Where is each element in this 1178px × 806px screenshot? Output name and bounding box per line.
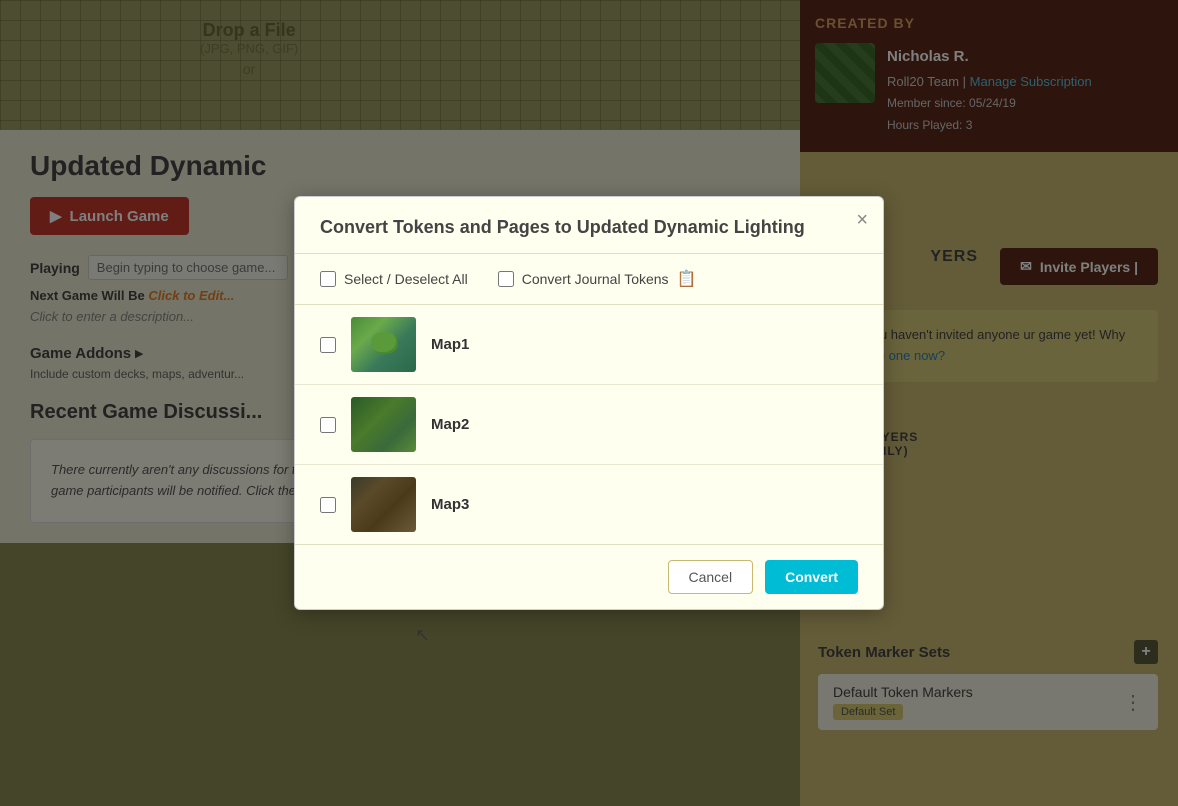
convert-journal-text: Convert Journal Tokens [522,271,669,287]
map3-checkbox[interactable] [320,497,336,513]
map3-thumbnail [351,477,416,532]
map1-thumbnail [351,317,416,372]
map3-name: Map3 [431,496,469,513]
map2-name: Map2 [431,416,469,433]
journal-icon: 📋 [677,269,697,289]
convert-journal-checkbox[interactable] [498,271,514,287]
map1-checkbox[interactable] [320,337,336,353]
modal-overlay: Convert Tokens and Pages to Updated Dyna… [0,0,1178,806]
map1-name: Map1 [431,336,469,353]
map2-thumbnail [351,397,416,452]
table-row: Map3 [295,465,883,544]
modal-dialog: Convert Tokens and Pages to Updated Dyna… [294,196,884,610]
modal-body: Map1 Map2 Map3 [295,305,883,544]
modal-controls: Select / Deselect All Convert Journal To… [295,254,883,305]
table-row: Map2 [295,385,883,465]
cancel-button[interactable]: Cancel [668,560,754,594]
select-all-text: Select / Deselect All [344,271,468,287]
table-row: Map1 [295,305,883,385]
modal-header: Convert Tokens and Pages to Updated Dyna… [295,197,883,254]
select-all-checkbox[interactable] [320,271,336,287]
select-all-label[interactable]: Select / Deselect All [320,271,468,287]
map2-checkbox[interactable] [320,417,336,433]
convert-button[interactable]: Convert [765,560,858,594]
modal-close-button[interactable]: × [856,209,868,232]
modal-title: Convert Tokens and Pages to Updated Dyna… [320,217,858,238]
convert-journal-label[interactable]: Convert Journal Tokens 📋 [498,269,697,289]
modal-footer: Cancel Convert [295,544,883,609]
